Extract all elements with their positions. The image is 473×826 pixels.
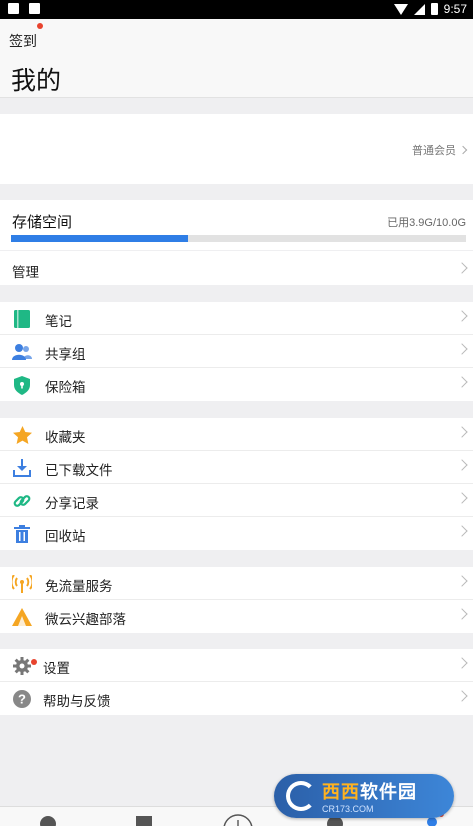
storage-progress-fill: [11, 235, 189, 242]
menu-item-share-history[interactable]: 分享记录: [0, 484, 473, 517]
settings-badge: [31, 659, 37, 665]
chevron-right-icon: [456, 608, 468, 620]
menu-item-label: 帮助与反馈: [43, 694, 111, 710]
watermark-icon: [286, 781, 316, 811]
chevron-right-icon: [458, 145, 468, 155]
menu-item-label: 分享记录: [45, 496, 99, 512]
wifi-icon: [393, 3, 408, 15]
download-icon: [12, 458, 32, 478]
page-title: 我的: [11, 66, 62, 95]
menu-item-label: 保险箱: [45, 380, 86, 396]
chevron-right-icon: [456, 657, 468, 669]
menu-item-share-group[interactable]: 共享组: [0, 335, 473, 368]
manage-label: 管理: [12, 265, 39, 281]
svg-text:?: ?: [18, 692, 26, 707]
header: 签到 我的: [0, 19, 473, 97]
menu-item-interest-tribe[interactable]: 微云兴趣部落: [0, 600, 473, 633]
menu-item-label: 收藏夹: [45, 430, 86, 446]
chevron-right-icon: [456, 343, 468, 355]
storage-used: 已用3.9G/10.0G: [387, 217, 466, 229]
checkin-button[interactable]: 签到: [9, 31, 37, 51]
menu-item-label: 回收站: [45, 529, 86, 545]
trash-icon: [12, 524, 32, 544]
member-level[interactable]: 普通会员: [412, 142, 468, 158]
chevron-right-icon: [456, 310, 468, 322]
menu-item-label: 笔记: [45, 314, 72, 330]
folder-icon: [136, 816, 152, 826]
menu-item-label: 免流量服务: [45, 579, 113, 595]
chevron-right-icon: [456, 525, 468, 537]
menu-item-label: 共享组: [45, 347, 86, 363]
help-icon: ?: [12, 689, 32, 709]
star-icon: [12, 425, 32, 445]
watermark-logo: 西西软件园 CR173.COM: [274, 774, 454, 818]
divider: [0, 97, 473, 98]
menu-item-settings[interactable]: 设置: [0, 649, 473, 682]
tab-files[interactable]: [136, 813, 152, 826]
menu-item-label: 已下载文件: [45, 463, 113, 479]
member-level-label: 普通会员: [412, 144, 456, 157]
menu-item-recycle-bin[interactable]: 回收站: [0, 517, 473, 550]
add-circle-icon: [223, 814, 253, 826]
chevron-right-icon: [456, 690, 468, 702]
manage-row[interactable]: 管理: [0, 251, 473, 285]
menu-item-label: 微云兴趣部落: [45, 612, 126, 628]
note-icon: [12, 309, 32, 329]
menu-item-favorites[interactable]: 收藏夹: [0, 418, 473, 451]
menu-item-safe[interactable]: 保险箱: [0, 368, 473, 401]
checkin-badge: [37, 23, 43, 29]
tent-icon: [12, 607, 32, 627]
clock: 9:57: [443, 2, 467, 16]
watermark-subtext: CR173.COM: [322, 804, 374, 814]
menu-item-free-data[interactable]: 免流量服务: [0, 567, 473, 600]
gear-icon: [12, 656, 32, 676]
storage-card: 存储空间 已用3.9G/10.0G: [0, 200, 473, 250]
battery-icon: [430, 3, 438, 15]
chevron-right-icon: [456, 376, 468, 388]
antenna-icon: [12, 574, 32, 594]
watermark-text-a: 西西: [322, 782, 360, 803]
signal-icon: [413, 3, 425, 15]
profile-card[interactable]: 普通会员: [0, 114, 473, 184]
chevron-right-icon: [456, 426, 468, 438]
menu-item-label: 设置: [43, 661, 70, 677]
chevron-right-icon: [456, 262, 468, 274]
storage-progress-bar: [11, 235, 466, 242]
chevron-right-icon: [456, 492, 468, 504]
chevron-right-icon: [456, 459, 468, 471]
share-group-icon: [12, 342, 32, 362]
storage-title: 存储空间: [12, 213, 73, 231]
chevron-right-icon: [456, 575, 468, 587]
app-notification-icon: [29, 3, 40, 14]
tab-add[interactable]: [223, 813, 253, 826]
menu-item-notes[interactable]: 笔记: [0, 302, 473, 335]
clock-icon: [40, 816, 56, 826]
watermark-text-b: 软件园: [360, 782, 417, 803]
menu-item-help-feedback[interactable]: ? 帮助与反馈: [0, 682, 473, 715]
link-icon: [12, 491, 32, 511]
menu-item-downloads[interactable]: 已下载文件: [0, 451, 473, 484]
gallery-notification-icon: [8, 3, 19, 14]
tab-recent[interactable]: [40, 813, 56, 826]
safe-icon: [12, 375, 32, 395]
status-bar: 9:57: [0, 0, 473, 19]
